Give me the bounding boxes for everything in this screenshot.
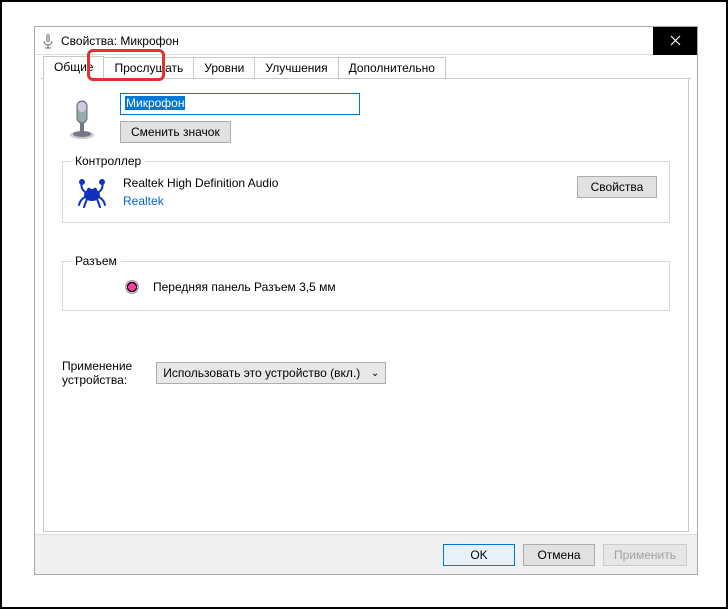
device-usage-combobox[interactable]: Использовать это устройство (вкл.) ⌄ <box>156 362 386 384</box>
tab-listen[interactable]: Прослушать <box>103 57 194 79</box>
microphone-icon <box>41 33 55 49</box>
jack-group: Разъем Передняя панель Разъем 3,5 мм <box>62 261 670 311</box>
titlebar: Свойства: Микрофон <box>35 27 697 55</box>
tab-general[interactable]: Общие <box>43 56 104 79</box>
controller-properties-button[interactable]: Свойства <box>577 176 657 198</box>
jack-color-icon <box>125 280 139 294</box>
content-area: Общие Прослушать Уровни Улучшения Дополн… <box>41 55 691 534</box>
jack-group-title: Разъем <box>71 254 121 268</box>
window-title: Свойства: Микрофон <box>61 34 179 48</box>
tab-levels[interactable]: Уровни <box>193 57 255 79</box>
apply-button[interactable]: Применить <box>603 544 687 566</box>
tab-panel-general: Микрофон Сменить значок Контроллер <box>43 79 689 532</box>
tab-strip: Общие Прослушать Уровни Улучшения Дополн… <box>41 55 691 79</box>
device-usage-label: Применение устройства: <box>62 359 132 387</box>
chevron-down-icon: ⌄ <box>371 368 379 379</box>
controller-vendor-link[interactable]: Realtek <box>123 194 278 208</box>
device-name-value: Микрофон <box>125 96 185 110</box>
device-name-input[interactable]: Микрофон <box>120 93 360 115</box>
tab-advanced[interactable]: Дополнительно <box>338 57 446 79</box>
device-usage-value: Использовать это устройство (вкл.) <box>163 366 360 380</box>
close-button[interactable] <box>653 27 697 55</box>
jack-label: Передняя панель Разъем 3,5 мм <box>153 280 336 294</box>
change-icon-button[interactable]: Сменить значок <box>120 121 231 143</box>
controller-group: Контроллер <box>62 161 670 223</box>
realtek-icon <box>75 176 109 210</box>
device-icon <box>62 93 102 143</box>
ok-button[interactable]: OK <box>443 544 515 566</box>
controller-name: Realtek High Definition Audio <box>123 176 278 190</box>
controller-group-title: Контроллер <box>71 154 145 168</box>
dialog-window: Свойства: Микрофон Общие Прослушать Уров… <box>34 26 698 575</box>
dialog-footer: OK Отмена Применить <box>35 534 697 574</box>
cancel-button[interactable]: Отмена <box>523 544 595 566</box>
tab-enhancements[interactable]: Улучшения <box>254 57 338 79</box>
